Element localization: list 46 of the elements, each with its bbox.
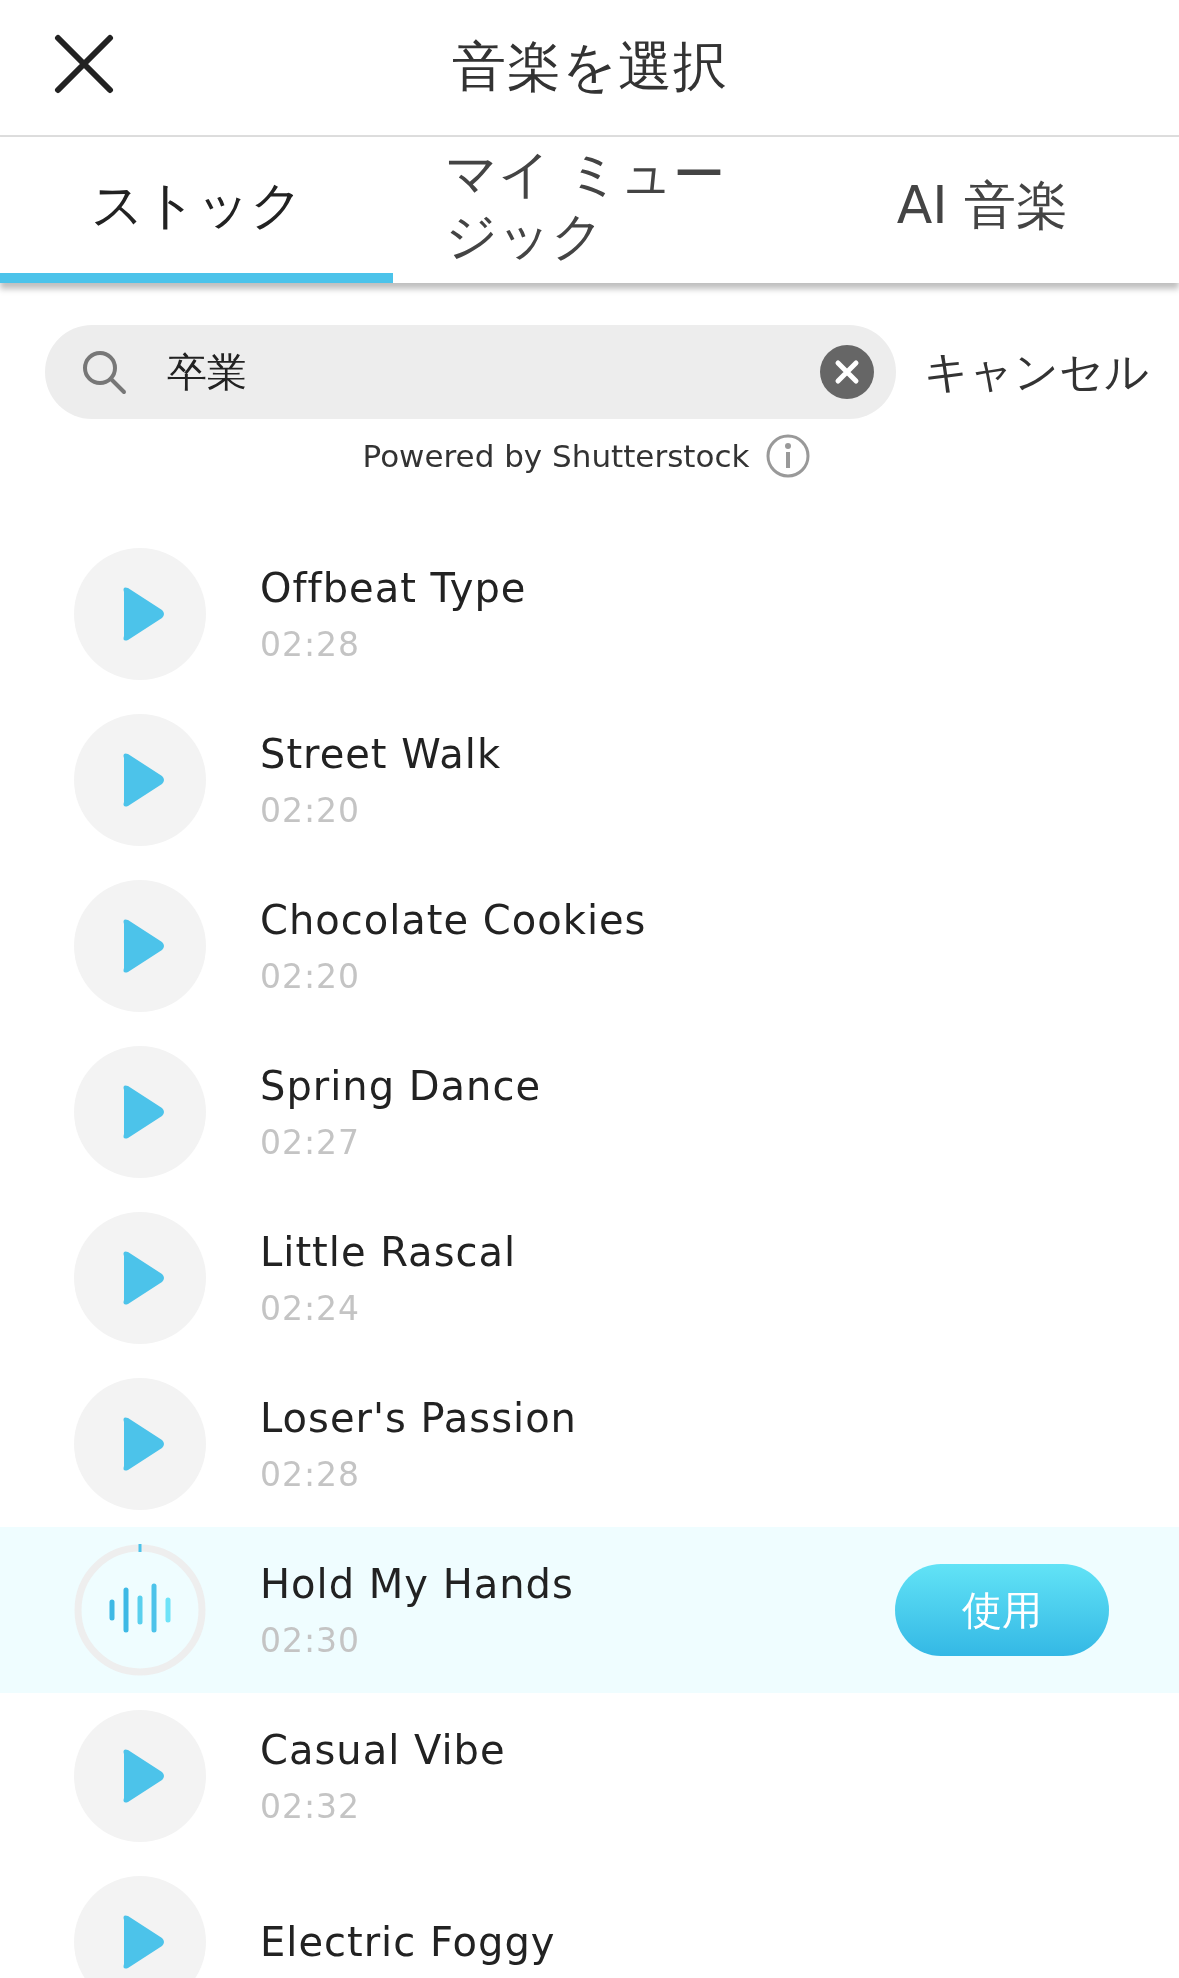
track-title: Spring Dance	[260, 1062, 543, 1109]
track-duration: 02:24	[260, 1288, 362, 1328]
track-title: Offbeat Type	[260, 564, 528, 611]
play-icon[interactable]	[74, 1378, 206, 1510]
play-icon[interactable]	[74, 714, 206, 846]
track-row[interactable]: Electric Foggy	[0, 1859, 1179, 1978]
track-title: Casual Vibe	[260, 1726, 507, 1773]
track-duration: 02:20	[260, 956, 362, 996]
track-duration: 02:20	[260, 790, 362, 830]
track-row[interactable]: Little Rascal 02:24	[0, 1195, 1179, 1361]
play-icon[interactable]	[74, 880, 206, 1012]
play-icon[interactable]	[74, 1710, 206, 1842]
track-title: Hold My Hands	[260, 1560, 575, 1607]
search-field[interactable]: 卒業	[45, 325, 896, 419]
tab[interactable]: マイ ミュージック	[393, 137, 786, 283]
track-row[interactable]: Loser's Passion 02:28	[0, 1361, 1179, 1527]
window-title: 音楽を選択	[451, 34, 728, 100]
play-icon[interactable]	[74, 1212, 206, 1344]
track-row[interactable]: Street Walk 02:20	[0, 697, 1179, 863]
tab[interactable]: AI 音楽	[786, 137, 1179, 283]
track-row[interactable]: Chocolate Cookies 02:20	[0, 863, 1179, 1029]
powered-by-text: Powered by Shutterstock	[362, 438, 750, 474]
tab[interactable]: ストック	[0, 137, 393, 283]
track-title: Electric Foggy	[260, 1919, 557, 1965]
track-title: Little Rascal	[260, 1228, 518, 1275]
close-icon[interactable]	[54, 34, 114, 94]
track-duration: 02:28	[260, 624, 362, 664]
track-title: Street Walk	[260, 730, 503, 777]
track-row[interactable]: Offbeat Type 02:28	[0, 531, 1179, 697]
info-icon[interactable]	[765, 433, 812, 479]
track-duration: 02:30	[260, 1620, 362, 1660]
play-icon[interactable]	[74, 1876, 206, 1978]
cancel-button[interactable]: キャンセル	[924, 342, 1149, 402]
track-title: Loser's Passion	[260, 1394, 578, 1441]
track-row[interactable]: Hold My Hands 02:30 使用	[0, 1527, 1179, 1693]
track-row[interactable]: Casual Vibe 02:32	[0, 1693, 1179, 1859]
track-title: Chocolate Cookies	[260, 896, 648, 943]
track-duration: 02:28	[260, 1454, 362, 1494]
track-duration: 02:27	[260, 1122, 362, 1162]
search-icon	[81, 349, 127, 395]
track-duration: 02:32	[260, 1786, 362, 1826]
waveform-icon[interactable]	[74, 1544, 206, 1676]
play-icon[interactable]	[74, 1046, 206, 1178]
clear-icon[interactable]	[820, 345, 874, 399]
track-row[interactable]: Spring Dance 02:27	[0, 1029, 1179, 1195]
play-icon[interactable]	[74, 548, 206, 680]
